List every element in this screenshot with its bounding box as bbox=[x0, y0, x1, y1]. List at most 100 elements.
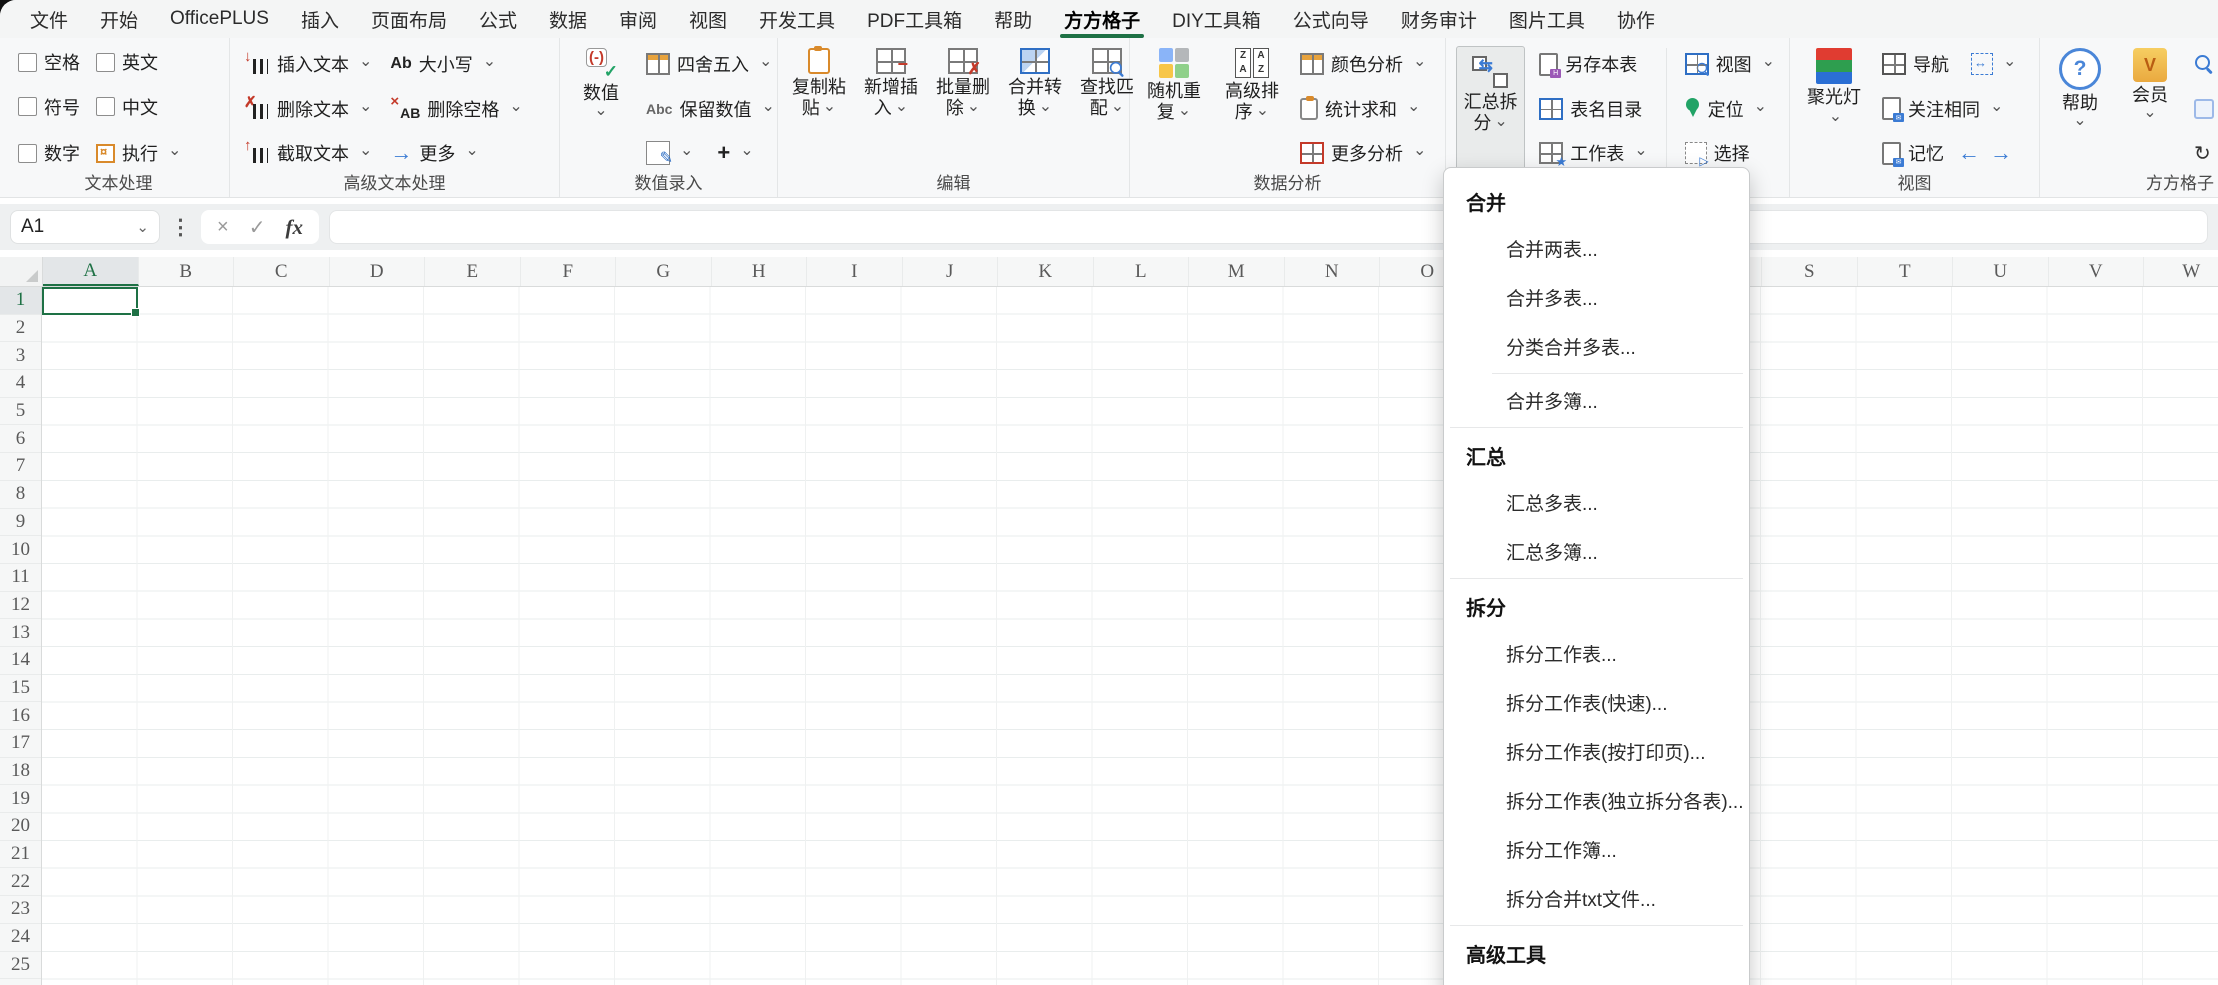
value-button[interactable]: (-)✓ 数值 bbox=[570, 46, 632, 171]
formula-bar-options-icon[interactable]: ⋮ bbox=[170, 215, 191, 240]
row-header-12[interactable]: 12 bbox=[0, 592, 41, 620]
summary-split-button[interactable]: ⇆ 汇总拆分 bbox=[1456, 46, 1525, 178]
memory-button[interactable]: ✉记忆 bbox=[1878, 138, 1948, 168]
menu-item-拆分工作表(快速)[interactable]: 拆分工作表(快速)... bbox=[1444, 678, 1749, 727]
stat-sum-button[interactable]: 统计求和 bbox=[1296, 94, 1430, 124]
checkbox-icon[interactable] bbox=[18, 144, 37, 163]
checkbox-icon[interactable] bbox=[96, 53, 115, 72]
fit-view-button[interactable] bbox=[1967, 51, 2020, 77]
cancel-icon[interactable]: × bbox=[217, 216, 229, 239]
menu-item-开始[interactable]: 开始 bbox=[84, 0, 154, 38]
column-header-I[interactable]: I bbox=[807, 257, 903, 286]
column-header-S[interactable]: S bbox=[1762, 257, 1858, 286]
checkbox-space[interactable]: 空格 bbox=[18, 49, 80, 75]
help-button[interactable]: ?帮助 bbox=[2050, 46, 2110, 171]
menu-item-开发工具[interactable]: 开发工具 bbox=[743, 0, 851, 38]
column-header-W[interactable]: W bbox=[2144, 257, 2218, 286]
repeat-button[interactable]: ↻重复 bbox=[2190, 138, 2218, 168]
menu-item-协作[interactable]: 协作 bbox=[1601, 0, 1671, 38]
column-header-K[interactable]: K bbox=[998, 257, 1094, 286]
checkbox-icon[interactable] bbox=[96, 97, 115, 116]
menu-item-DIY工具箱[interactable]: DIY工具箱 bbox=[1156, 0, 1277, 38]
row-header-19[interactable]: 19 bbox=[0, 785, 41, 813]
menu-item-视图[interactable]: 视图 bbox=[673, 0, 743, 38]
worksheet-button[interactable]: ★工作表 bbox=[1535, 138, 1651, 168]
chevron-down-icon[interactable]: ⌄ bbox=[136, 218, 149, 236]
case-button[interactable]: Ab大小写 bbox=[386, 49, 526, 79]
view-button[interactable]: 视图 bbox=[1681, 49, 1779, 79]
row-header-20[interactable]: 20 bbox=[0, 813, 41, 841]
column-header-A[interactable]: A bbox=[43, 257, 139, 286]
sheet-catalog-button[interactable]: 表名目录 bbox=[1535, 94, 1651, 124]
checkbox-number[interactable]: 数字 bbox=[18, 138, 80, 168]
find-match-button[interactable]: 查找匹配 bbox=[1076, 46, 1138, 171]
column-header-N[interactable]: N bbox=[1285, 257, 1381, 286]
save-as-sheet-button[interactable]: H另存本表 bbox=[1535, 49, 1651, 79]
menu-item-财务审计[interactable]: 财务审计 bbox=[1385, 0, 1493, 38]
name-box[interactable]: A1 ⌄ bbox=[10, 210, 160, 244]
select-all-corner[interactable] bbox=[0, 257, 43, 286]
row-header-16[interactable]: 16 bbox=[0, 702, 41, 730]
member-button[interactable]: V会员 bbox=[2120, 46, 2180, 171]
checkbox-chinese[interactable]: 中文 bbox=[96, 94, 158, 120]
row-header-2[interactable]: 2 bbox=[0, 315, 41, 343]
delete-space-button[interactable]: ×AB删除空格 bbox=[386, 94, 526, 124]
color-analysis-button[interactable]: 颜色分析 bbox=[1296, 49, 1430, 79]
row-header-8[interactable]: 8 bbox=[0, 481, 41, 509]
menu-item-方方格子[interactable]: 方方格子 bbox=[1048, 0, 1156, 38]
checkbox-symbol[interactable]: 符号 bbox=[18, 94, 80, 120]
execute-button[interactable]: 执行 bbox=[92, 138, 185, 168]
row-header-18[interactable]: 18 bbox=[0, 758, 41, 786]
column-header-M[interactable]: M bbox=[1189, 257, 1285, 286]
more-button[interactable]: →更多 bbox=[386, 138, 526, 168]
menu-item-拆分合并txt文件[interactable]: 拆分合并txt文件... bbox=[1444, 874, 1749, 923]
extract-text-button[interactable]: ↑截取文本 bbox=[240, 138, 376, 168]
more-analysis-button[interactable]: 更多分析 bbox=[1296, 138, 1430, 168]
back-arrow-button[interactable]: ← bbox=[1958, 140, 1980, 166]
row-header-25[interactable]: 25 bbox=[0, 952, 41, 980]
menu-item-拆分工作表(独立拆分各表)[interactable]: 拆分工作表(独立拆分各表)... bbox=[1444, 776, 1749, 825]
advanced-sort-button[interactable]: ZA AZ 高级排序 bbox=[1218, 46, 1286, 171]
column-header-E[interactable]: E bbox=[425, 257, 521, 286]
menu-item-公式[interactable]: 公式 bbox=[463, 0, 533, 38]
row-header-15[interactable]: 15 bbox=[0, 675, 41, 703]
row-header-23[interactable]: 23 bbox=[0, 896, 41, 924]
menu-item-汇总多表[interactable]: 汇总多表... bbox=[1444, 478, 1749, 527]
keep-value-button[interactable]: Abc保留数值 bbox=[642, 94, 779, 124]
menu-item-合并两表[interactable]: 合并两表... bbox=[1444, 224, 1749, 273]
column-header-B[interactable]: B bbox=[139, 257, 235, 286]
navigation-button[interactable]: 导航 bbox=[1878, 49, 1953, 79]
insert-text-button[interactable]: ↓插入文本 bbox=[240, 49, 376, 79]
row-header-6[interactable]: 6 bbox=[0, 425, 41, 453]
column-header-L[interactable]: L bbox=[1094, 257, 1190, 286]
menu-item-页面布局[interactable]: 页面布局 bbox=[355, 0, 463, 38]
column-header-V[interactable]: V bbox=[2049, 257, 2145, 286]
selected-cell-a1[interactable] bbox=[42, 287, 138, 315]
row-header-14[interactable]: 14 bbox=[0, 647, 41, 675]
menu-item-插入[interactable]: 插入 bbox=[285, 0, 355, 38]
menu-item-拆分工作表(按打印页)[interactable]: 拆分工作表(按打印页)... bbox=[1444, 727, 1749, 776]
fill-options-button[interactable] bbox=[642, 139, 697, 167]
menu-item-帮助[interactable]: 帮助 bbox=[978, 0, 1048, 38]
locate-button[interactable]: 定位 bbox=[1681, 94, 1779, 124]
row-header-5[interactable]: 5 bbox=[0, 398, 41, 426]
menu-item-拆分工作簿[interactable]: 拆分工作簿... bbox=[1444, 825, 1749, 874]
menu-item-文件[interactable]: 文件 bbox=[14, 0, 84, 38]
cells-area[interactable] bbox=[42, 287, 2218, 985]
row-header-4[interactable]: 4 bbox=[0, 370, 41, 398]
row-header-13[interactable]: 13 bbox=[0, 619, 41, 647]
row-header-22[interactable]: 22 bbox=[0, 868, 41, 896]
checkbox-icon[interactable] bbox=[18, 97, 37, 116]
menu-item-审阅[interactable]: 审阅 bbox=[603, 0, 673, 38]
column-header-D[interactable]: D bbox=[330, 257, 426, 286]
row-header-11[interactable]: 11 bbox=[0, 564, 41, 592]
ai-button[interactable]: AI bbox=[2190, 96, 2218, 121]
row-header-24[interactable]: 24 bbox=[0, 924, 41, 952]
select-button[interactable]: 选择 bbox=[1681, 138, 1779, 168]
menu-item-合并多簿[interactable]: 合并多簿... bbox=[1444, 376, 1749, 425]
column-header-G[interactable]: G bbox=[616, 257, 712, 286]
column-header-T[interactable]: T bbox=[1858, 257, 1954, 286]
row-header-1[interactable]: 1 bbox=[0, 287, 41, 315]
menu-item-拆分工作表[interactable]: 拆分工作表... bbox=[1444, 629, 1749, 678]
column-header-F[interactable]: F bbox=[521, 257, 617, 286]
